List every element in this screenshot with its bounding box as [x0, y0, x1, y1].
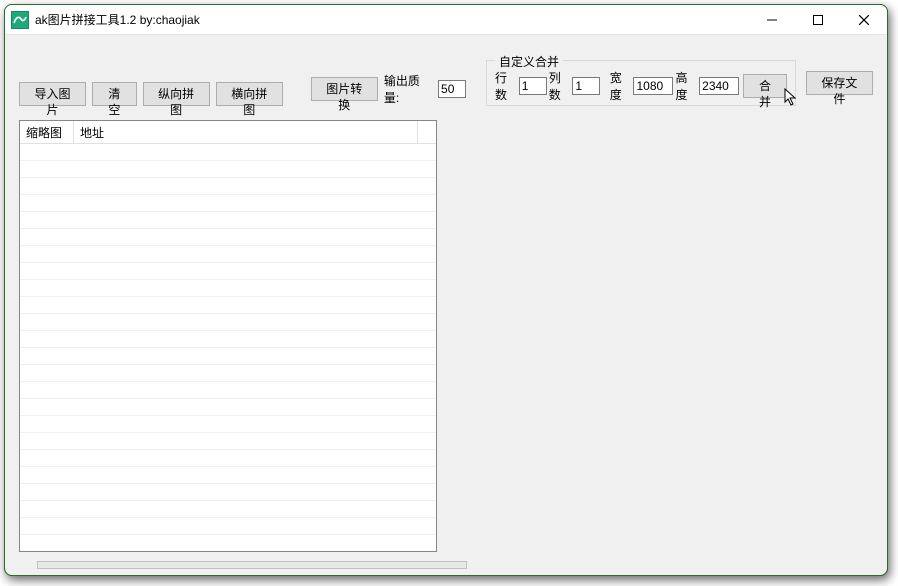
list-body[interactable]: [20, 144, 436, 551]
maximize-button[interactable]: [795, 5, 841, 34]
app-icon: [11, 11, 29, 29]
list-row: [20, 501, 436, 518]
list-row: [20, 416, 436, 433]
convert-button[interactable]: 图片转换: [311, 77, 378, 101]
height-input[interactable]: [699, 77, 739, 95]
vertical-stitch-button[interactable]: 纵向拼图: [143, 82, 210, 106]
rows-input[interactable]: [519, 77, 547, 95]
list-row: [20, 297, 436, 314]
clear-button[interactable]: 清空: [92, 82, 137, 106]
list-row: [20, 365, 436, 382]
list-row: [20, 212, 436, 229]
list-row: [20, 178, 436, 195]
quality-input[interactable]: [438, 80, 466, 98]
list-row: [20, 280, 436, 297]
list-row: [20, 467, 436, 484]
list-row: [20, 535, 436, 551]
toolbar: 导入图片 清空 纵向拼图 横向拼图 图片转换 输出质量: 自定义合并 行数 列数…: [19, 47, 873, 106]
list-row: [20, 382, 436, 399]
width-label: 宽度: [610, 69, 632, 103]
list-row: [20, 246, 436, 263]
client-area: 导入图片 清空 纵向拼图 横向拼图 图片转换 输出质量: 自定义合并 行数 列数…: [5, 35, 887, 575]
list-row: [20, 229, 436, 246]
status-bar: [37, 561, 467, 569]
width-input[interactable]: [633, 77, 673, 95]
col-spacer: [418, 121, 436, 144]
list-row: [20, 331, 436, 348]
list-row: [20, 144, 436, 161]
list-row: [20, 314, 436, 331]
quality-label: 输出质量:: [384, 72, 432, 106]
main-window: ak图片拼接工具1.2 by:chaojiak 导入图片 清空 纵向拼图 横向拼…: [4, 4, 888, 576]
list-row: [20, 399, 436, 416]
list-header: 缩略图 地址: [20, 121, 436, 144]
merge-button[interactable]: 合并: [743, 74, 787, 98]
list-row: [20, 348, 436, 365]
height-label: 高度: [675, 69, 697, 103]
custom-merge-group: 自定义合并 行数 列数 宽度 高度 合并: [486, 60, 796, 106]
titlebar[interactable]: ak图片拼接工具1.2 by:chaojiak: [5, 5, 887, 35]
cols-label: 列数: [549, 69, 571, 103]
list-row: [20, 433, 436, 450]
list-row: [20, 450, 436, 467]
close-button[interactable]: [841, 5, 887, 34]
horizontal-stitch-button[interactable]: 横向拼图: [216, 82, 283, 106]
window-controls: [749, 5, 887, 34]
col-thumbnail[interactable]: 缩略图: [20, 121, 74, 144]
rows-label: 行数: [495, 69, 517, 103]
list-row: [20, 161, 436, 178]
window-title: ak图片拼接工具1.2 by:chaojiak: [35, 11, 200, 28]
custom-merge-title: 自定义合并: [495, 53, 563, 70]
save-button[interactable]: 保存文件: [806, 71, 873, 95]
list-row: [20, 195, 436, 212]
list-row: [20, 263, 436, 280]
import-button[interactable]: 导入图片: [19, 82, 86, 106]
list-row: [20, 484, 436, 501]
image-list[interactable]: 缩略图 地址: [19, 120, 437, 552]
cols-input[interactable]: [572, 77, 600, 95]
list-row: [20, 518, 436, 535]
col-path[interactable]: 地址: [74, 121, 418, 144]
minimize-button[interactable]: [749, 5, 795, 34]
